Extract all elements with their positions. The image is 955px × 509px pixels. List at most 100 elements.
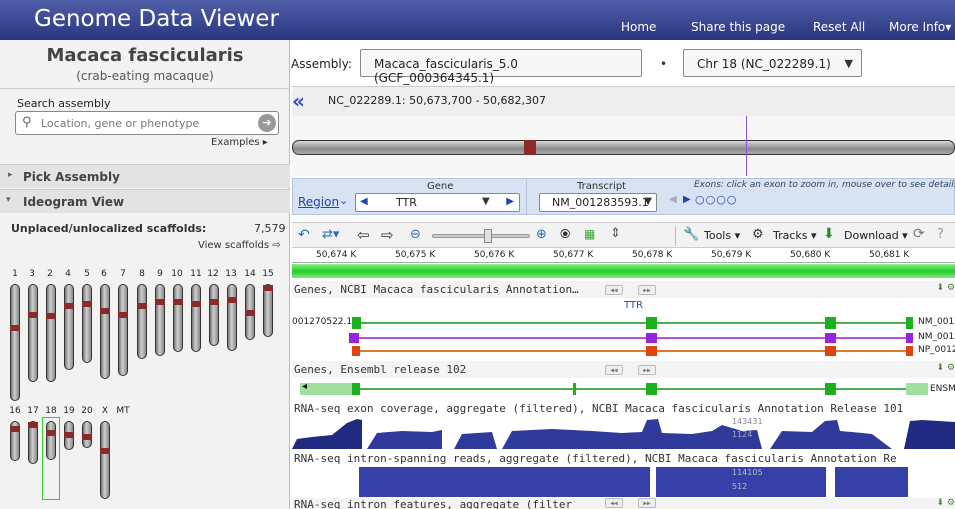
search-input[interactable]: ⚲ Location, gene or phenotype ➔ [15,111,279,135]
chromosome-x[interactable] [100,421,110,499]
refresh-icon[interactable]: ⟳ [913,226,925,242]
rna-exon-coverage-track[interactable]: 143431 1124 [292,417,955,449]
chromosome-19[interactable] [64,421,74,450]
chromosome-3[interactable] [28,284,38,382]
region-link[interactable]: Region [298,195,339,209]
gene-name-label: TTR [624,300,643,311]
chromosome-2[interactable] [46,284,56,382]
track-view-icon[interactable]: ▦ [584,227,595,241]
pick-assembly-panel[interactable]: ▸ Pick Assembly [0,164,290,188]
unplaced-label: Unplaced/unlocalized scaffolds: [11,222,207,235]
exon-hint: Exons: click an exon to zoom in, mouse o… [694,180,955,190]
search-go-icon[interactable]: ➔ [258,114,276,132]
rna-intron-track[interactable]: 114105 512 [292,467,955,497]
nav-share[interactable]: Share this page [691,20,785,34]
chr-label: 7 [120,269,126,279]
help-icon[interactable]: ? [937,227,944,242]
chr-label: 4 [65,269,71,279]
pan-right-icon[interactable]: ⇨ [381,226,394,244]
track-title-ncbi-genes[interactable]: Genes, NCBI Macaca fascicularis Annotati… [292,281,955,298]
download-menu[interactable]: Download ▾ [844,229,908,242]
header-bar: Genome Data Viewer Home Share this page … [0,0,955,40]
chromosome-18[interactable] [46,421,56,460]
prev-gene-icon[interactable]: ◀ [360,196,368,207]
chr-label: 20 [81,406,93,416]
track-controls[interactable]: ⬇ ⚙ [937,363,955,373]
track-controls[interactable]: ⬇ ⚙ [937,498,955,508]
ruler-tick: 50,680 K [790,250,831,260]
chromosome-14[interactable] [245,284,255,340]
region-chevron-icon[interactable]: ⌄ [339,194,348,207]
centromere [524,140,536,155]
track-scroll-right[interactable]: ▶▶ [638,498,656,508]
download-icon: ⬇ [823,226,835,242]
track-scroll-left[interactable]: ◀◀ [605,285,623,295]
transcript-select[interactable]: NM_001283593.1 ▼ [539,193,657,212]
chromosome-11[interactable] [191,284,201,352]
sequence-icon[interactable]: 🞊 [560,227,570,242]
protein-accession: NP_0012 [918,345,955,355]
chromosome-5[interactable] [82,284,92,363]
coverage-histogram [292,419,955,449]
chromosome-6[interactable] [100,284,110,379]
nav-more-info[interactable]: More Info▾ [889,20,951,34]
assembly-select[interactable]: Macaca_fascicularis_5.0 (GCF_000364345.1… [360,49,642,85]
chromosome-overview[interactable] [292,116,955,176]
ideogram-panel[interactable]: ▾ Ideogram View [0,189,290,213]
track-title-rna-features[interactable]: RNA-seq intron features, aggregate (filt… [292,498,955,509]
chromosome-4[interactable] [64,284,74,370]
nav-home[interactable]: Home [621,20,656,34]
chr-label: 5 [84,269,90,279]
collapse-left-icon[interactable]: « [292,89,305,113]
next-gene-icon[interactable]: ▶ [506,196,514,207]
tools-icon: 🔧 [683,227,700,242]
chr-label: 9 [157,269,163,279]
chromosome-1[interactable] [10,284,20,401]
track-scroll-left[interactable]: ◀◀ [605,365,623,375]
zoom-out-icon[interactable]: ⊖ [410,227,421,242]
chromosome-13[interactable] [227,284,237,351]
chromosome-10[interactable] [173,284,183,352]
next-exon-icon[interactable]: ▶ [683,194,691,205]
track-controls[interactable]: ⬇ ⚙ [937,283,955,293]
pan-left-icon[interactable]: ⇦ [357,226,370,244]
undo-icon[interactable]: ↶ [298,227,310,243]
chromosome-8[interactable] [137,284,147,359]
exon-dots[interactable]: ○○○○ [695,193,737,206]
chevron-down-icon: ▼ [644,196,652,207]
track-title-rna-exon[interactable]: RNA-seq exon coverage, aggregate (filter… [292,400,955,417]
chromosome-9[interactable] [155,284,165,356]
flip-strand-icon[interactable]: ⇄▾ [322,227,339,242]
track-scroll-left[interactable]: ◀◀ [605,498,623,508]
track-title-ensembl[interactable]: Genes, Ensembl release 102 ◀◀ ▶▶ ⬇ ⚙ [292,361,955,378]
track-scroll-right[interactable]: ▶▶ [638,365,656,375]
track-scroll-right[interactable]: ▶▶ [638,285,656,295]
collapse-icon[interactable]: ⇕ [610,226,621,241]
examples-link[interactable]: Examples ▸ [211,137,268,148]
tools-menu[interactable]: Tools ▾ [704,229,740,242]
chromosome-20[interactable] [82,421,92,448]
chromosome-17[interactable] [28,421,38,464]
ensembl-track[interactable]: ◂ ENSM [292,379,955,399]
gene-select[interactable]: ◀ TTR ▼ ▶ [355,193,520,212]
chromosome-16[interactable] [10,421,20,461]
strand-arrow-icon: ◂ [302,381,308,392]
chromosome-bar [292,140,955,155]
zoom-in-icon[interactable]: ⊕ [536,227,547,242]
intron-value: 512 [732,482,748,491]
prev-exon-icon[interactable]: ◀ [669,194,677,205]
track-title-rna-intron[interactable]: RNA-seq intron-spanning reads, aggregate… [292,450,955,467]
nav-reset[interactable]: Reset All [813,20,865,34]
tracks-menu[interactable]: Tracks ▾ [773,229,817,242]
chromosome-7[interactable] [118,284,128,376]
view-scaffolds-link[interactable]: View scaffolds ⇨ [198,240,281,251]
chromosome-12[interactable] [209,284,219,346]
coverage-value: 143431 [732,417,763,426]
zoom-slider-handle[interactable] [484,229,492,243]
ncbi-genes-track[interactable]: TTR 001270522.1 NM_0012 NM_0012 NP_0012 [292,299,955,359]
chr-label: 16 [9,406,21,416]
zoom-slider[interactable] [432,234,530,238]
search-label: Search assembly [17,97,111,110]
chromosome-15[interactable] [263,284,273,337]
chromosome-select[interactable]: Chr 18 (NC_022289.1) ▼ [683,49,862,77]
